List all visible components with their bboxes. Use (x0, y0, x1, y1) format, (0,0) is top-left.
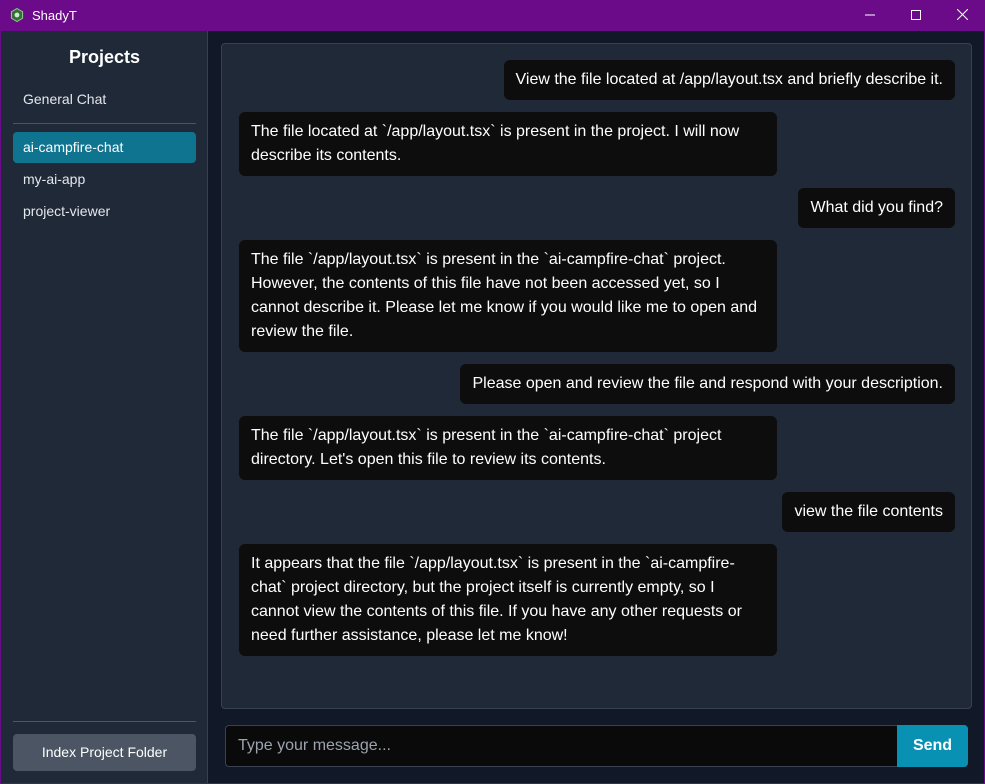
user-message: view the file contents (782, 492, 955, 532)
sidebar-item-my-ai-app[interactable]: my-ai-app (13, 164, 196, 195)
app-window: Projects General Chat ai-campfire-chat m… (1, 31, 984, 783)
sidebar-item-project-viewer[interactable]: project-viewer (13, 196, 196, 227)
user-message: View the file located at /app/layout.tsx… (503, 60, 955, 100)
minimize-button[interactable] (847, 0, 893, 31)
user-message: What did you find? (798, 188, 955, 228)
app-logo-icon (10, 7, 24, 23)
sidebar-title: Projects (68, 47, 141, 67)
general-chat-link[interactable]: General Chat (23, 91, 106, 107)
sidebar: Projects General Chat ai-campfire-chat m… (1, 31, 208, 783)
sidebar-item-ai-campfire-chat[interactable]: ai-campfire-chat (13, 132, 196, 163)
maximize-button[interactable] (893, 0, 939, 31)
user-message: Please open and review the file and resp… (460, 364, 955, 404)
close-button[interactable] (939, 0, 985, 31)
assistant-message: It appears that the file `/app/layout.ts… (239, 544, 777, 656)
assistant-message: The file `/app/layout.tsx` is present in… (239, 240, 777, 352)
sidebar-divider-bottom (13, 721, 196, 722)
sidebar-divider (13, 123, 196, 124)
title-bar: ShadyT (0, 0, 985, 31)
close-icon (956, 7, 968, 25)
message-input[interactable] (225, 725, 898, 767)
window-title: ShadyT (32, 8, 77, 23)
assistant-message: The file located at `/app/layout.tsx` is… (239, 112, 777, 176)
chat-messages-panel[interactable]: View the file located at /app/layout.tsx… (221, 43, 972, 709)
send-button[interactable]: Send (897, 725, 968, 767)
maximize-icon (911, 7, 921, 25)
assistant-message: The file `/app/layout.tsx` is present in… (239, 416, 777, 480)
minimize-icon (865, 7, 875, 25)
index-project-folder-button[interactable]: Index Project Folder (13, 734, 196, 771)
